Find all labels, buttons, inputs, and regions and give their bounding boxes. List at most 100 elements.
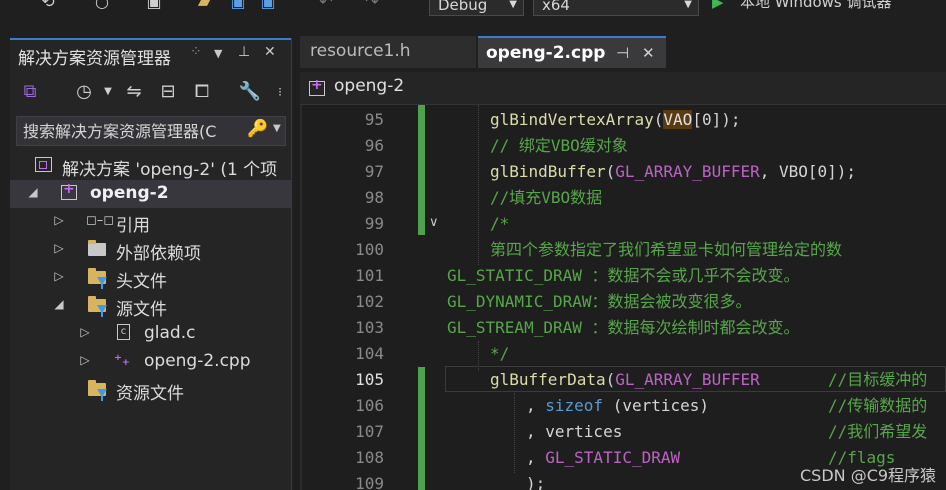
open-folder-icon[interactable]: ▰ [194, 0, 214, 12]
code-line-106: , sizeof (vertices) [526, 396, 710, 415]
tree-item-references[interactable]: ▷ ◻–◻ 引用 [10, 208, 291, 236]
panel-title: 解决方案资源管理器 [18, 49, 171, 69]
pin-icon[interactable]: ⊥ [238, 44, 250, 60]
line-number: 107 [355, 422, 384, 441]
code-line-97: glBindBuffer(GL_ARRAY_BUFFER, VBO[0]); [490, 162, 857, 181]
line-number: 96 [364, 136, 384, 155]
close-icon[interactable]: ✕ [642, 38, 655, 68]
change-indicator [418, 105, 425, 235]
tree-item-label: 引用 [116, 216, 150, 236]
expanded-arrow-icon[interactable]: ◢ [52, 297, 66, 311]
save-icon[interactable]: ▣ [228, 0, 248, 12]
chevron-down-icon[interactable]: ▼ [273, 123, 281, 134]
redo-icon[interactable]: ↷ [362, 0, 382, 12]
code-line-101: GL_STATIC_DRAW ：数据不会或几乎不会改变。 [447, 266, 800, 285]
collapsed-arrow-icon[interactable]: ▷ [78, 353, 92, 367]
collapsed-arrow-icon[interactable]: ▷ [52, 241, 66, 255]
tab-label: openg-2.cpp [486, 43, 606, 63]
collapse-all-icon[interactable]: ⊟ [156, 80, 180, 104]
code-line-102: GL_DYNAMIC_DRAW：数据会被改变很多。 [447, 292, 752, 311]
tab-label: resource1.h [310, 41, 411, 61]
pin-icon[interactable]: ⊣ [616, 38, 629, 68]
code-comment-107: //我们希望发 [828, 422, 928, 441]
watermark: CSDN @C9程序猿 [800, 466, 937, 485]
code-line-100: 第四个参数指定了我们希望显卡如何管理给定的数 [490, 240, 843, 259]
solution-explorer-panel: 解决方案资源管理器 ⁘ ▼ ⊥ ✕ ⧉ ◷ ▼ ⇋ ⊟ ⧠ 🔧 ⁝ 🔑 ▼ 解决… [10, 38, 292, 490]
tree-item-header-files[interactable]: ▷ 头文件 [10, 264, 291, 292]
chevron-down-icon: ▼ [509, 0, 517, 10]
back-icon[interactable]: ⟲ [38, 0, 58, 12]
tree-item-openg-2-cpp[interactable]: ▷ ⁺₊ openg-2.cpp [10, 348, 291, 376]
configuration-combo-value: Debug [438, 0, 488, 14]
solution-explorer-titlebar: 解决方案资源管理器 ⁘ ▼ ⊥ ✕ [10, 38, 291, 70]
tree-item-project[interactable]: ◢ openg-2 [10, 180, 291, 208]
tree-item-label: 外部依赖项 [116, 244, 201, 264]
more-icon[interactable]: ⁝ [268, 80, 292, 104]
code-line-108: , GL_STATIC_DRAW [526, 448, 681, 467]
chevron-down-icon: ▼ [684, 0, 692, 10]
search-key-icon[interactable]: 🔑 [247, 119, 268, 139]
solution-search-input[interactable] [23, 119, 245, 143]
code-comment-105: //目标缓冲的 [828, 370, 928, 389]
code-editor[interactable]: 95 96 97 98 99 100 101 102 103 104 105 1… [300, 105, 946, 490]
change-indicator [418, 367, 425, 490]
tree-item-label: openg-2 [90, 183, 169, 203]
line-number: 109 [355, 474, 384, 490]
sync-icon[interactable]: ⇋ [122, 80, 146, 104]
expanded-arrow-icon[interactable]: ◢ [26, 185, 40, 199]
code-line-109: ); [526, 474, 546, 490]
chevron-down-icon[interactable]: ▼ [96, 80, 120, 104]
play-icon[interactable]: ▶ [712, 0, 724, 12]
save-all-icon[interactable]: ▣ [258, 0, 278, 12]
forward-icon[interactable]: ○ [92, 0, 112, 12]
dropdown-arrow-icon[interactable]: ▼ [214, 47, 222, 60]
close-icon[interactable]: ✕ [264, 44, 276, 60]
code-line-95: glBindVertexArray(VAO[0]); [490, 110, 741, 129]
external-deps-icon [88, 239, 108, 259]
tree-item-resource-files[interactable]: 资源文件 [10, 376, 291, 404]
tree-item-external-deps[interactable]: ▷ 外部依赖项 [10, 236, 291, 264]
line-number: 106 [355, 396, 384, 415]
collapsed-arrow-icon[interactable]: ▷ [52, 269, 66, 283]
code-line-103: GL_STREAM_DRAW ：数据每次绘制时都会改变。 [447, 318, 800, 337]
line-number: 102 [355, 292, 384, 311]
configuration-combo[interactable]: Debug ▼ [429, 0, 524, 16]
solution-explorer-toolbar: ⧉ ◷ ▼ ⇋ ⊟ ⧠ 🔧 ⁝ [10, 72, 291, 112]
new-project-icon[interactable]: ▣ [144, 0, 164, 12]
code-line-99: /* [490, 214, 510, 233]
tree-item-label: 解决方案 'openg-2' (1 个项 [62, 160, 278, 180]
properties-wrench-icon[interactable]: 🔧 [238, 80, 262, 104]
solution-search-box[interactable]: 🔑 ▼ [16, 116, 286, 146]
undo-icon[interactable]: ↶ [316, 0, 336, 12]
platform-combo[interactable]: x64 ▼ [533, 0, 699, 16]
collapsed-arrow-icon[interactable]: ▷ [52, 213, 66, 227]
collapsed-arrow-icon[interactable]: ▷ [78, 325, 92, 339]
project-icon [308, 77, 325, 98]
code-line-105: glBufferData(GL_ARRAY_BUFFER [490, 370, 760, 389]
line-number: 104 [355, 344, 384, 363]
tree-item-label: openg-2.cpp [144, 351, 251, 371]
switch-views-icon[interactable]: ⧉ [18, 80, 42, 104]
line-number: 100 [355, 240, 384, 259]
tree-item-source-files[interactable]: ◢ 源文件 [10, 292, 291, 320]
tree-item-label: 源文件 [116, 300, 167, 320]
nav-project-dropdown[interactable]: openg-2 [334, 76, 404, 96]
filter-folder-icon [88, 295, 108, 317]
code-line-98: //填充VBO数据 [490, 188, 603, 207]
tab-openg-2-cpp[interactable]: openg-2.cpp ⊣ ✕ [478, 36, 666, 68]
run-debugger-button[interactable]: 本地 Windows 调试器 [740, 0, 892, 12]
code-comment-106: //传输数据的 [828, 396, 928, 415]
code-line-107: , vertices [526, 422, 623, 441]
tree-item-label: glad.c [144, 323, 196, 343]
show-all-files-icon[interactable]: ⧠ [190, 80, 214, 104]
tab-resource1-h[interactable]: resource1.h [300, 36, 476, 68]
navigation-bar: openg-2 [300, 72, 946, 105]
filter-folder-icon [88, 379, 108, 401]
fold-chevron-icon[interactable]: ∨ [429, 215, 439, 230]
tree-item-solution[interactable]: 解决方案 'openg-2' (1 个项 [10, 152, 291, 180]
options-dots-icon[interactable]: ⁘ [190, 44, 202, 60]
platform-combo-value: x64 [542, 0, 570, 14]
editor-tab-bar: resource1.h openg-2.cpp ⊣ ✕ [300, 36, 946, 68]
tree-item-glad-c[interactable]: ▷ c glad.c [10, 320, 291, 348]
pending-changes-icon[interactable]: ◷ [72, 80, 96, 104]
